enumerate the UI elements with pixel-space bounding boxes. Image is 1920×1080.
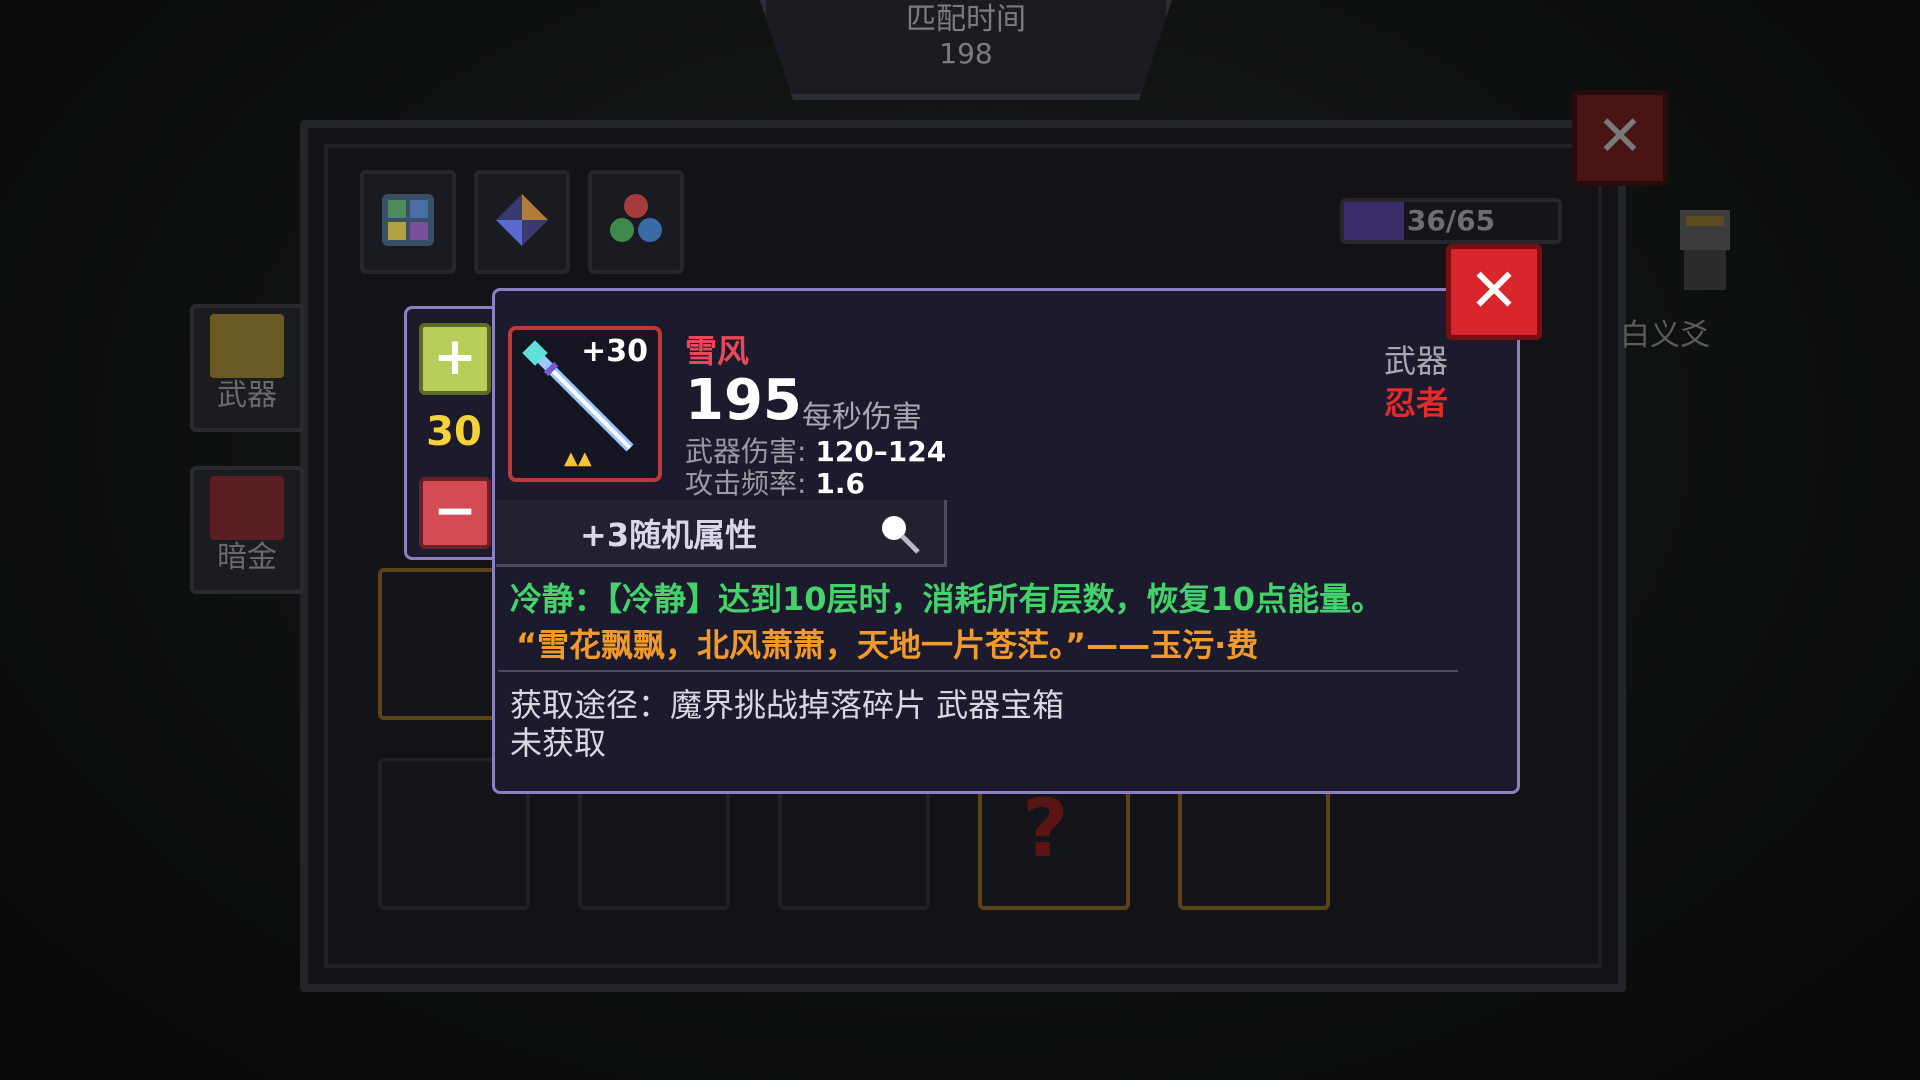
magnifier-icon[interactable] (878, 512, 922, 556)
gem-icon (496, 194, 548, 246)
rate-value: 1.6 (815, 467, 865, 500)
character-name: 白义爻 (1620, 318, 1710, 353)
orbs-icon (610, 194, 662, 242)
character-icon (1680, 210, 1730, 290)
level-value: 30 (426, 409, 482, 455)
panel-close-button[interactable]: ✕ (1572, 90, 1668, 186)
random-attribute-bar[interactable]: +3随机属性 (496, 500, 947, 567)
dark-gold-chest-icon (210, 476, 284, 540)
decrease-button[interactable]: − (419, 477, 491, 549)
tab-orbs[interactable] (588, 170, 684, 274)
side-tab-dark-gold[interactable]: 暗金 (190, 466, 304, 594)
side-tab-dark-gold-label: 暗金 (217, 540, 277, 575)
item-class: 忍者 (1384, 384, 1449, 422)
weapon-name: 雪风 (685, 332, 750, 370)
match-timer: 匹配时间 198 (760, 0, 1172, 100)
popup-close-button[interactable]: ✕ (1446, 244, 1542, 340)
weapon-level: +30 (581, 334, 648, 369)
match-timer-label: 匹配时间 (906, 2, 1026, 37)
weapon-icon-frame: +30 ▲▲ (508, 326, 662, 482)
level-stepper: + 30 − (404, 306, 504, 560)
collection-progress: 36/65 (1340, 198, 1562, 244)
divider (498, 670, 1458, 672)
item-type: 武器 (1384, 342, 1449, 380)
unknown-icon: ? (1022, 782, 1069, 875)
skill-description: 冷静：【冷静】达到10层时，消耗所有层数，恢复10点能量。 (510, 580, 1384, 618)
tab-gems[interactable] (474, 170, 570, 274)
increase-button[interactable]: + (419, 323, 491, 395)
match-timer-value: 198 (939, 37, 993, 70)
star-icon: ▲▲ (564, 448, 592, 469)
grid-icon (382, 194, 434, 246)
side-tab-weapon-label: 武器 (217, 378, 277, 413)
side-tab-weapon[interactable]: 武器 (190, 304, 304, 432)
weapon-chest-icon (210, 314, 284, 378)
collection-progress-text: 36/65 (1406, 204, 1496, 237)
flavor-quote: “雪花飘飘，北风萧萧，天地一片苍茫。”——玉污·费 (516, 626, 1259, 664)
rate-stat: 攻击频率: 1.6 (685, 462, 865, 502)
dps-value: 195 (685, 368, 802, 433)
tab-all[interactable] (360, 170, 456, 274)
random-attribute-label: +3随机属性 (580, 516, 758, 554)
rate-label: 攻击频率: (685, 467, 807, 500)
acquisition-status: 未获取 (510, 724, 607, 762)
